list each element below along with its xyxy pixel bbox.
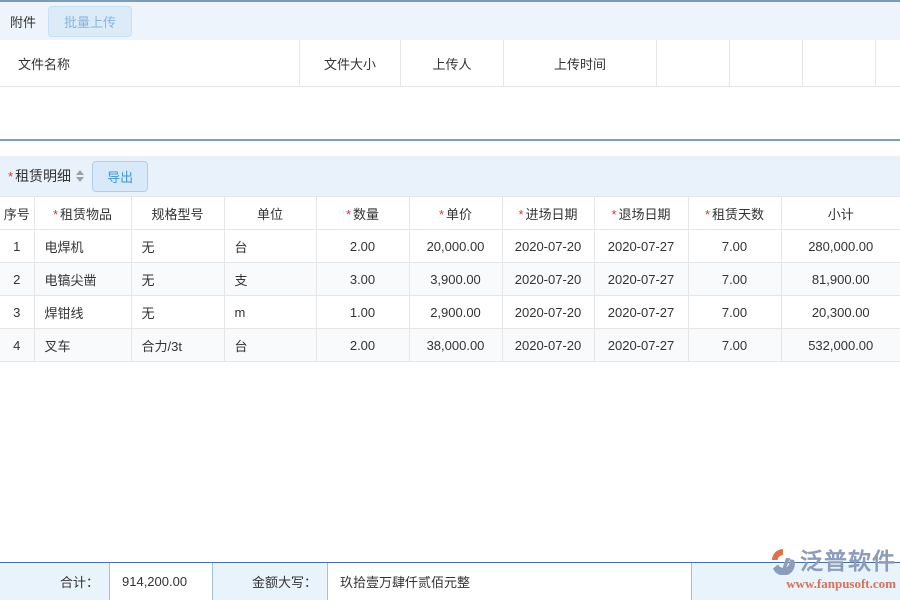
rental-table: 序号*租赁物品规格型号单位*数量*单价*进场日期*退场日期*租赁天数小计 1电焊… [0, 196, 900, 362]
required-asterisk: * [439, 207, 444, 222]
rental-col-header: 序号 [0, 197, 34, 230]
attachment-col-header: 上传时间 [504, 40, 657, 87]
attachment-col-header [730, 40, 803, 87]
rental-cell[interactable]: 2020-07-27 [594, 329, 688, 362]
rental-table-body: 1电焊机无台2.0020,000.002020-07-202020-07-277… [0, 230, 900, 362]
rental-cell[interactable]: 2,900.00 [409, 296, 502, 329]
rental-cell[interactable]: 电镐尖凿 [34, 263, 131, 296]
rental-col-header: *数量 [316, 197, 409, 230]
rental-col-header: *租赁天数 [688, 197, 781, 230]
rental-cell: 4 [0, 329, 34, 362]
table-row: 1电焊机无台2.0020,000.002020-07-202020-07-277… [0, 230, 900, 263]
rental-cell[interactable]: 3.00 [316, 263, 409, 296]
rental-cell[interactable]: 2020-07-27 [594, 296, 688, 329]
batch-upload-button[interactable]: 批量上传 [48, 6, 132, 37]
rental-cell[interactable]: 81,900.00 [781, 263, 900, 296]
content-spacer [0, 362, 900, 562]
sort-updown-icon[interactable] [76, 170, 84, 182]
rental-header-row: 序号*租赁物品规格型号单位*数量*单价*进场日期*退场日期*租赁天数小计 [0, 197, 900, 230]
rental-cell[interactable]: 焊钳线 [34, 296, 131, 329]
rental-cell[interactable]: 无 [131, 296, 224, 329]
table-row: 3焊钳线无m1.002,900.002020-07-202020-07-277.… [0, 296, 900, 329]
rental-cell[interactable]: 支 [224, 263, 316, 296]
fanpu-logo-icon [769, 547, 797, 575]
rental-cell[interactable]: 7.00 [688, 329, 781, 362]
rental-col-header: *租赁物品 [34, 197, 131, 230]
table-row: 4叉车合力/3t台2.0038,000.002020-07-202020-07-… [0, 329, 900, 362]
rental-cell[interactable]: 叉车 [34, 329, 131, 362]
rental-section-title: 租赁明细 [15, 166, 71, 186]
rental-cell[interactable]: 2.00 [316, 329, 409, 362]
rental-cell: 1 [0, 230, 34, 263]
rental-cell[interactable]: 7.00 [688, 296, 781, 329]
attachment-col-header: 上传人 [401, 40, 504, 87]
required-asterisk: * [518, 207, 523, 222]
rental-cell[interactable]: 532,000.00 [781, 329, 900, 362]
rental-cell[interactable]: 2020-07-20 [502, 230, 594, 263]
rental-cell[interactable]: 2.00 [316, 230, 409, 263]
required-asterisk: * [611, 207, 616, 222]
rental-cell[interactable]: 280,000.00 [781, 230, 900, 263]
rental-cell[interactable]: 电焊机 [34, 230, 131, 263]
required-asterisk: * [8, 169, 13, 184]
rental-cell[interactable]: 38,000.00 [409, 329, 502, 362]
rental-cell[interactable]: 合力/3t [131, 329, 224, 362]
rental-cell[interactable]: 台 [224, 329, 316, 362]
rental-col-header: 规格型号 [131, 197, 224, 230]
rental-cell[interactable]: 台 [224, 230, 316, 263]
rental-col-header: *退场日期 [594, 197, 688, 230]
rental-col-header: 小计 [781, 197, 900, 230]
attachment-empty-body [0, 87, 900, 139]
attachment-col-header: 文件大小 [300, 40, 401, 87]
attachment-col-header: 文件名称 [0, 40, 300, 87]
rental-cell[interactable]: 2020-07-27 [594, 263, 688, 296]
vendor-url: www.fanpusoft.com [786, 577, 896, 590]
rental-cell[interactable]: 2020-07-20 [502, 263, 594, 296]
attachment-toolbar: 附件 批量上传 [0, 2, 900, 40]
rental-cell[interactable]: m [224, 296, 316, 329]
rental-cell[interactable]: 3,900.00 [409, 263, 502, 296]
total-label: 合计： [0, 563, 110, 600]
rental-section-bar: * 租赁明细 导出 [0, 156, 900, 196]
rental-col-header: *进场日期 [502, 197, 594, 230]
table-row: 2电镐尖凿无支3.003,900.002020-07-202020-07-277… [0, 263, 900, 296]
section-gap [0, 141, 900, 156]
rental-cell[interactable]: 2020-07-20 [502, 296, 594, 329]
vendor-name: 泛普软件 [800, 550, 896, 573]
attachment-col-header [803, 40, 876, 87]
attachment-header-row: 文件名称文件大小上传人上传时间 [0, 40, 900, 87]
rental-cell[interactable]: 20,000.00 [409, 230, 502, 263]
required-asterisk: * [346, 207, 351, 222]
rental-cell: 2 [0, 263, 34, 296]
rental-cell[interactable]: 7.00 [688, 230, 781, 263]
amount-words-label: 金额大写： [213, 563, 328, 600]
total-value: 914,200.00 [110, 563, 213, 600]
rental-cell[interactable]: 20,300.00 [781, 296, 900, 329]
attachment-col-header [657, 40, 730, 87]
attachment-table: 文件名称文件大小上传人上传时间 [0, 40, 900, 87]
rental-cell[interactable]: 7.00 [688, 263, 781, 296]
export-button[interactable]: 导出 [92, 161, 148, 192]
amount-words-value: 玖拾壹万肆仟贰佰元整 [328, 563, 692, 600]
rental-cell[interactable]: 2020-07-20 [502, 329, 594, 362]
rental-cell[interactable]: 1.00 [316, 296, 409, 329]
rental-col-header: *单价 [409, 197, 502, 230]
rental-cell[interactable]: 无 [131, 230, 224, 263]
totals-footer: 合计： 914,200.00 金额大写： 玖拾壹万肆仟贰佰元整 [0, 562, 900, 600]
rental-cell[interactable]: 无 [131, 263, 224, 296]
rental-cell: 3 [0, 296, 34, 329]
attachment-label: 附件 [10, 12, 36, 31]
required-asterisk: * [705, 207, 710, 222]
vendor-logo: 泛普软件 www.fanpusoft.com [769, 547, 896, 590]
required-asterisk: * [53, 207, 58, 222]
rental-col-header: 单位 [224, 197, 316, 230]
rental-cell[interactable]: 2020-07-27 [594, 230, 688, 263]
attachment-col-header [876, 40, 900, 87]
